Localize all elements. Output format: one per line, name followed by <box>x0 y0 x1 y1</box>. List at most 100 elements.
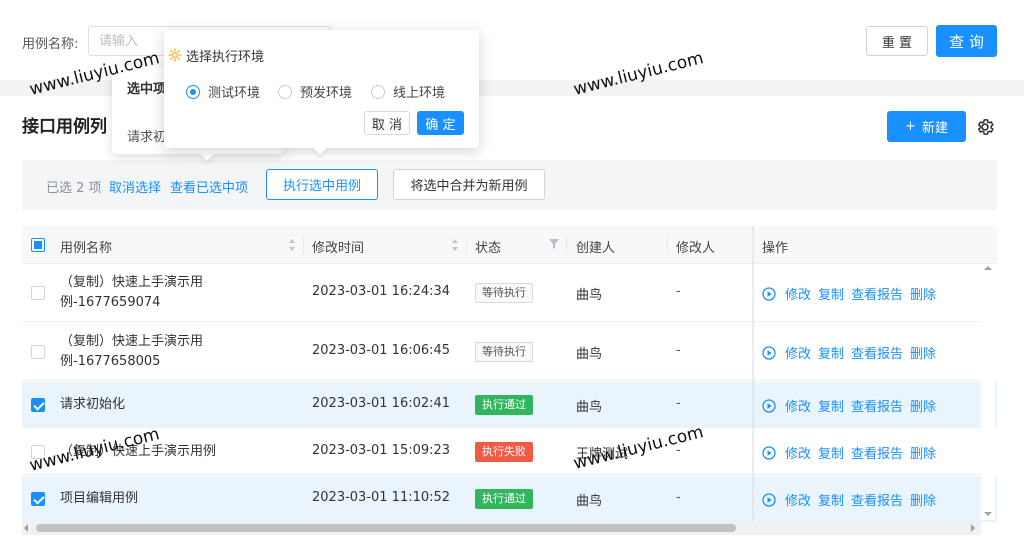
row-checkbox[interactable] <box>31 286 45 300</box>
modified-time: 2023-03-01 11:10:52 <box>312 490 451 505</box>
creator: 曲鸟 <box>576 288 603 303</box>
play-circle-icon[interactable] <box>762 398 776 413</box>
execute-selected-button[interactable]: 执行选中用例 <box>266 169 378 200</box>
column-header-creator: 创建人 <box>576 241 616 256</box>
horizontal-scrollbar[interactable] <box>22 521 981 535</box>
table-row[interactable]: 项目编辑用例 2023-03-01 11:10:52 执行通过 曲鸟 - 修改 … <box>22 476 997 522</box>
cancel-selection-link[interactable]: 取消选择 <box>109 177 161 196</box>
table-row[interactable]: 请求初始化 2023-03-01 16:02:41 执行通过 曲鸟 - 修改 复… <box>22 382 997 428</box>
scroll-down-icon[interactable] <box>984 512 992 516</box>
filter-icon[interactable] <box>549 239 559 249</box>
edit-link[interactable]: 修改 <box>785 490 811 509</box>
copy-link[interactable]: 复制 <box>818 343 844 362</box>
view-report-link[interactable]: 查看报告 <box>851 284 903 303</box>
scroll-up-icon[interactable] <box>984 266 992 270</box>
status-badge: 执行失败 <box>475 442 533 462</box>
modified-time: 2023-03-01 16:06:45 <box>312 343 451 358</box>
env-radio-test[interactable]: 测试环境 <box>186 82 260 101</box>
row-checkbox[interactable] <box>31 492 45 506</box>
row-checkbox[interactable] <box>31 398 45 412</box>
warning-icon <box>168 48 182 62</box>
play-circle-icon[interactable] <box>762 286 776 301</box>
table-row[interactable]: （复制）快速上手演示用例 2023-03-01 15:09:23 执行失败 王牌… <box>22 429 997 475</box>
edit-link[interactable]: 修改 <box>785 396 811 415</box>
copy-link[interactable]: 复制 <box>818 284 844 303</box>
select-all-checkbox[interactable] <box>31 238 45 252</box>
view-report-link[interactable]: 查看报告 <box>851 343 903 362</box>
column-divider <box>667 236 668 254</box>
table-row[interactable]: （复制）快速上手演示用例-1677658005 2023-03-01 16:06… <box>22 323 997 381</box>
modifier: - <box>676 284 681 299</box>
status-badge: 执行通过 <box>475 395 533 415</box>
column-divider <box>466 236 467 254</box>
reset-button[interactable]: 重 置 <box>866 26 928 56</box>
column-divider <box>303 236 304 254</box>
row-actions: 修改 复制 查看报告 删除 <box>762 343 936 362</box>
env-option-label: 线上环境 <box>393 86 446 101</box>
edit-link[interactable]: 修改 <box>785 343 811 362</box>
modifier: - <box>676 343 681 358</box>
selected-popover-item[interactable]: 请求初 <box>127 126 166 145</box>
gear-icon[interactable] <box>975 117 995 137</box>
new-case-label: 新建 <box>921 121 948 136</box>
creator: 曲鸟 <box>576 347 603 362</box>
env-radio-staging[interactable]: 预发环境 <box>278 82 352 101</box>
view-report-link[interactable]: 查看报告 <box>851 396 903 415</box>
row-actions: 修改 复制 查看报告 删除 <box>762 396 936 415</box>
table-row[interactable]: （复制）快速上手演示用例-1677659074 2023-03-01 16:24… <box>22 264 997 322</box>
delete-link[interactable]: 删除 <box>910 396 936 415</box>
column-header-modifier: 修改人 <box>676 241 716 256</box>
copy-link[interactable]: 复制 <box>818 490 844 509</box>
copy-link[interactable]: 复制 <box>818 443 844 462</box>
creator: 曲鸟 <box>576 494 603 509</box>
modifier: - <box>676 396 681 411</box>
table-header: 用例名称 修改时间 状态 创建人 修改人 操作 <box>22 226 997 264</box>
plus-icon: + <box>905 119 916 134</box>
selected-count: 已选 2 项 <box>46 181 102 196</box>
search-label: 用例名称: <box>22 37 79 52</box>
view-report-link[interactable]: 查看报告 <box>851 443 903 462</box>
column-header-name: 用例名称 <box>60 241 113 256</box>
delete-link[interactable]: 删除 <box>910 284 936 303</box>
row-checkbox[interactable] <box>31 345 45 359</box>
edit-link[interactable]: 修改 <box>785 284 811 303</box>
column-header-status: 状态 <box>475 241 502 256</box>
env-popover-title: 选择执行环境 <box>186 50 265 65</box>
play-circle-icon[interactable] <box>762 445 776 460</box>
env-confirm-button[interactable]: 确 定 <box>417 111 464 135</box>
column-header-actions: 操作 <box>762 241 789 256</box>
selection-toolbar: 已选 2 项 取消选择 查看已选中项 执行选中用例 将选中合并为新用例 <box>22 160 997 210</box>
new-case-button[interactable]: + 新建 <box>887 111 966 142</box>
scroll-left-icon[interactable] <box>24 524 28 532</box>
fixed-column-border <box>753 226 754 522</box>
scroll-right-icon[interactable] <box>971 524 975 532</box>
delete-link[interactable]: 删除 <box>910 443 936 462</box>
env-option-label: 预发环境 <box>300 86 353 101</box>
env-cancel-button[interactable]: 取 消 <box>364 111 410 135</box>
view-report-link[interactable]: 查看报告 <box>851 490 903 509</box>
copy-link[interactable]: 复制 <box>818 396 844 415</box>
vertical-scrollbar[interactable] <box>981 264 995 520</box>
sort-icon[interactable] <box>451 238 459 252</box>
horizontal-scroll-thumb[interactable] <box>36 524 736 532</box>
modified-time: 2023-03-01 15:09:23 <box>312 443 451 458</box>
row-actions: 修改 复制 查看报告 删除 <box>762 284 936 303</box>
sort-icon[interactable] <box>288 238 296 252</box>
play-circle-icon[interactable] <box>762 492 776 507</box>
env-radio-production[interactable]: 线上环境 <box>371 82 445 101</box>
radio-dot <box>278 84 292 99</box>
query-button[interactable]: 查 询 <box>936 25 997 57</box>
column-divider <box>566 236 567 254</box>
delete-link[interactable]: 删除 <box>910 490 936 509</box>
case-name: 请求初始化 <box>60 397 126 412</box>
selected-popover-title: 选中项 <box>127 82 167 97</box>
merge-selected-button[interactable]: 将选中合并为新用例 <box>393 169 545 200</box>
case-name: 项目编辑用例 <box>60 491 139 506</box>
view-selected-link[interactable]: 查看已选中项 <box>170 177 248 196</box>
status-badge: 等待执行 <box>475 342 533 362</box>
edit-link[interactable]: 修改 <box>785 443 811 462</box>
radio-dot <box>371 84 385 99</box>
delete-link[interactable]: 删除 <box>910 343 936 362</box>
row-actions: 修改 复制 查看报告 删除 <box>762 443 936 462</box>
play-circle-icon[interactable] <box>762 345 776 360</box>
